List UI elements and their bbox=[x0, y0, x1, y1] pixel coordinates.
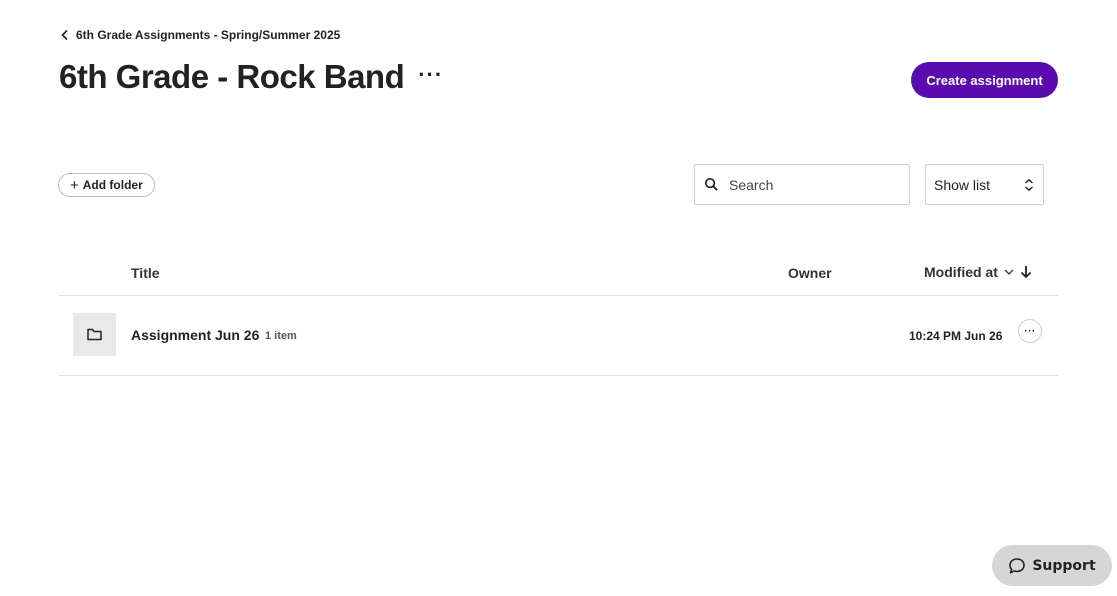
create-assignment-button[interactable]: Create assignment bbox=[911, 62, 1058, 98]
view-mode-value: Show list bbox=[934, 176, 991, 193]
folder-item-count: 1 item bbox=[265, 330, 297, 342]
plus-icon: + bbox=[70, 176, 79, 194]
assignments-page: 6th Grade Assignments - Spring/Summer 20… bbox=[0, 0, 1117, 596]
search-input[interactable] bbox=[727, 175, 891, 194]
support-button[interactable]: Support bbox=[992, 545, 1112, 586]
arrow-down-icon[interactable] bbox=[1020, 265, 1032, 279]
breadcrumb-label: 6th Grade Assignments - Spring/Summer 20… bbox=[76, 28, 341, 42]
table-row[interactable]: Assignment Jun 26 1 item 10:24 PM Jun 26… bbox=[58, 296, 1058, 376]
chevron-left-icon bbox=[61, 29, 68, 41]
add-folder-button[interactable]: + Add folder bbox=[58, 173, 155, 197]
chevron-down-icon bbox=[1004, 269, 1014, 275]
breadcrumb[interactable]: 6th Grade Assignments - Spring/Summer 20… bbox=[59, 28, 340, 42]
row-more-options-button[interactable]: ··· bbox=[1018, 319, 1042, 343]
support-label: Support bbox=[1032, 557, 1096, 574]
folder-thumbnail[interactable] bbox=[73, 313, 116, 356]
folder-icon bbox=[87, 328, 102, 341]
more-options-icon[interactable]: ··· bbox=[418, 64, 443, 90]
title-row: 6th Grade - Rock Band ··· bbox=[59, 58, 443, 96]
chat-bubble-icon bbox=[1009, 557, 1026, 574]
add-folder-label: Add folder bbox=[82, 178, 143, 192]
view-mode-select[interactable]: Show list bbox=[925, 164, 1044, 205]
chevron-up-down-icon bbox=[1025, 178, 1033, 191]
column-header-title[interactable]: Title bbox=[131, 265, 160, 281]
page-title: 6th Grade - Rock Band bbox=[59, 58, 405, 95]
folder-title[interactable]: Assignment Jun 26 bbox=[131, 327, 259, 343]
column-header-modified[interactable]: Modified at bbox=[924, 264, 1032, 280]
table-header: Title Owner Modified at bbox=[58, 250, 1058, 296]
modified-date: 10:24 PM Jun 26 bbox=[909, 329, 1003, 343]
column-header-owner[interactable]: Owner bbox=[788, 265, 832, 281]
assignments-table: Title Owner Modified at Assignment Jun 2… bbox=[58, 250, 1058, 376]
search-icon bbox=[704, 177, 718, 191]
column-header-modified-label: Modified at bbox=[924, 264, 998, 280]
search-field[interactable] bbox=[694, 164, 910, 205]
